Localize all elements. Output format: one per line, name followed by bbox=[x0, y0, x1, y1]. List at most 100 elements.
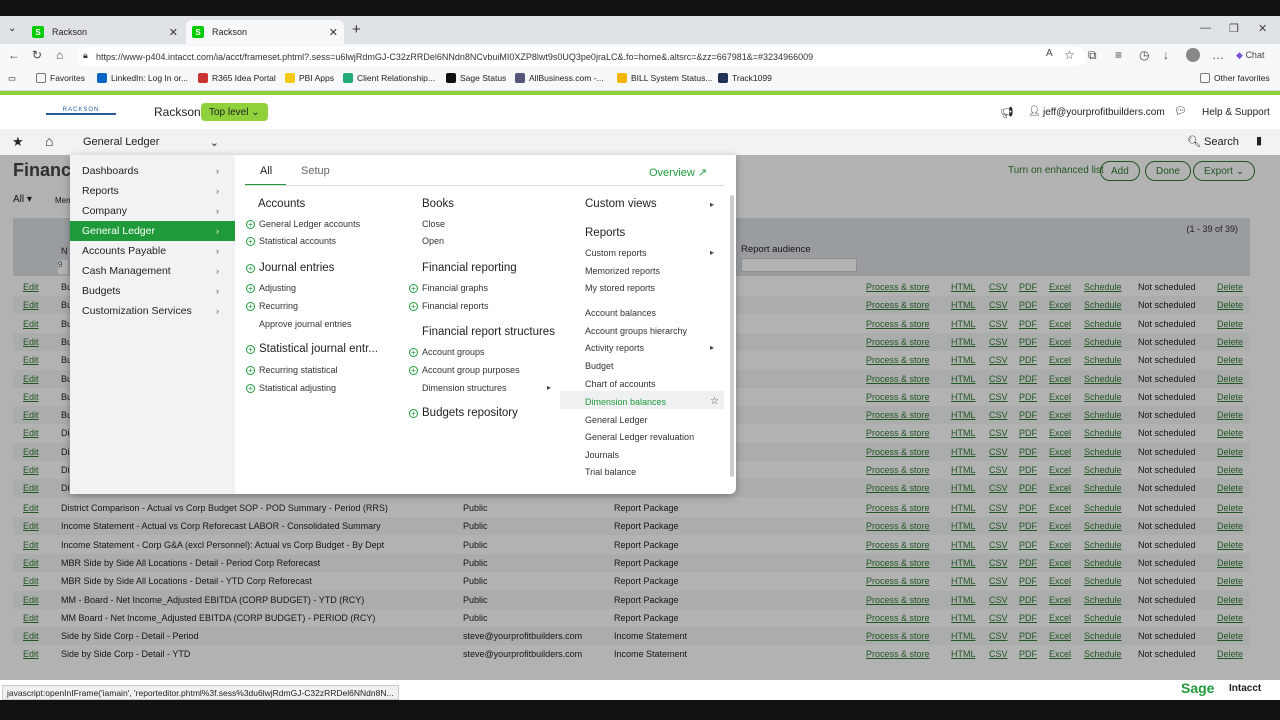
menu-item-general-ledger[interactable]: General Ledger › bbox=[70, 221, 235, 241]
home-icon[interactable]: ⌂ bbox=[45, 133, 53, 149]
add-icon[interactable]: + bbox=[246, 345, 255, 354]
fav-linkedin[interactable]: LinkedIn: Log In or... bbox=[97, 73, 188, 83]
general-ledger-revaluation-link[interactable]: General Ledger revaluation bbox=[585, 432, 694, 442]
approve-journal-link[interactable]: Approve journal entries bbox=[259, 319, 352, 329]
entity-level-dropdown[interactable]: Top level ⌄ bbox=[201, 103, 268, 121]
window-close-icon[interactable]: ✕ bbox=[1258, 22, 1267, 35]
maximize-icon[interactable]: ❐ bbox=[1229, 22, 1239, 35]
favorite-star-icon[interactable]: ☆ bbox=[710, 396, 719, 407]
more-icon[interactable]: … bbox=[1212, 48, 1224, 62]
fav-sage[interactable]: Sage Status bbox=[446, 73, 506, 83]
fav-pbi[interactable]: PBI Apps bbox=[285, 73, 334, 83]
budget-link[interactable]: Budget bbox=[585, 361, 614, 371]
budgets-repository-heading[interactable]: + Budgets repository bbox=[409, 407, 518, 419]
user-email[interactable]: jeff@yourprofitbuilders.com bbox=[1043, 107, 1165, 118]
search-button[interactable]: 🔍︎ Search bbox=[1187, 135, 1239, 148]
trial-balance-link[interactable]: Trial balance bbox=[585, 467, 636, 477]
new-tab-icon[interactable]: + bbox=[352, 21, 361, 38]
tab-all[interactable]: All bbox=[260, 165, 272, 177]
add-icon[interactable]: + bbox=[409, 348, 418, 357]
journals-link[interactable]: Journals bbox=[585, 450, 619, 460]
add-icon[interactable]: + bbox=[246, 264, 255, 273]
add-icon[interactable]: + bbox=[246, 384, 255, 393]
account-groups-link[interactable]: + Account groups bbox=[409, 347, 485, 357]
tab-setup[interactable]: Setup bbox=[301, 165, 330, 177]
overview-link[interactable]: Overview ↗ bbox=[649, 166, 707, 179]
megaphone-icon[interactable]: 📢︎ bbox=[1000, 106, 1014, 119]
dimension-balances-link[interactable]: Dimension balances bbox=[585, 397, 666, 407]
general-ledger-link[interactable]: General Ledger bbox=[585, 415, 648, 425]
financial-graphs-link[interactable]: + Financial graphs bbox=[409, 283, 488, 293]
close-link[interactable]: Close bbox=[422, 219, 445, 229]
favorites-icon[interactable]: ≡ bbox=[1115, 48, 1122, 62]
statistical-adjusting-link[interactable]: + Statistical adjusting bbox=[246, 383, 336, 393]
journal-entries-heading[interactable]: + Journal entries bbox=[246, 262, 334, 274]
browser-tab-2[interactable]: S Rackson ✕ bbox=[186, 20, 344, 44]
menu-scrollbar[interactable] bbox=[730, 195, 734, 477]
fav-bill[interactable]: BILL System Status... bbox=[617, 73, 712, 83]
module-selector[interactable]: General Ledger ⌄ bbox=[70, 129, 235, 155]
close-tab-icon[interactable]: ✕ bbox=[169, 26, 178, 39]
add-icon[interactable]: + bbox=[409, 302, 418, 311]
bookmark-icon[interactable]: ▮ bbox=[1256, 134, 1262, 147]
browser-tab-1[interactable]: S Rackson ✕ bbox=[26, 20, 184, 44]
back-icon[interactable]: ← bbox=[8, 48, 20, 62]
copilot-chat-button[interactable]: ◆ Chat bbox=[1236, 50, 1264, 61]
fav-track1099[interactable]: Track1099 bbox=[718, 73, 772, 83]
tab-list-chevron-icon[interactable]: ⌄ bbox=[8, 23, 16, 34]
menu-item-customization-services[interactable]: Customization Services › bbox=[70, 301, 235, 321]
extensions-icon[interactable]: ⧉ bbox=[1088, 48, 1097, 63]
menu-item-dashboards[interactable]: Dashboards › bbox=[70, 161, 235, 181]
menu-item-budgets[interactable]: Budgets › bbox=[70, 281, 235, 301]
adjusting-link[interactable]: + Adjusting bbox=[246, 283, 296, 293]
history-icon[interactable]: ◷ bbox=[1139, 48, 1149, 62]
statistical-accounts-link[interactable]: + Statistical accounts bbox=[246, 236, 336, 246]
minimize-icon[interactable]: — bbox=[1200, 22, 1211, 34]
fav-favorites[interactable]: Favorites bbox=[36, 73, 85, 83]
add-icon[interactable]: + bbox=[409, 409, 418, 418]
url-bar[interactable]: 🔒︎ https://www-p404.intacct.com/ia/acct/… bbox=[78, 47, 1086, 66]
read-aloud-icon[interactable]: A bbox=[1046, 48, 1053, 59]
menu-item-reports[interactable]: Reports › bbox=[70, 181, 235, 201]
add-icon[interactable]: + bbox=[246, 284, 255, 293]
add-icon[interactable]: + bbox=[246, 366, 255, 375]
financial-reports-link[interactable]: + Financial reports bbox=[409, 301, 489, 311]
account-group-purposes-link[interactable]: + Account group purposes bbox=[409, 365, 520, 375]
add-icon[interactable]: + bbox=[246, 302, 255, 311]
reading-icon[interactable]: ▭ bbox=[8, 73, 16, 84]
account-balances-link[interactable]: Account balances bbox=[585, 308, 656, 318]
fav-other[interactable]: Other favorites bbox=[1200, 73, 1270, 83]
my-stored-reports-link[interactable]: My stored reports bbox=[585, 283, 655, 293]
statistical-journal-heading[interactable]: + Statistical journal entr... bbox=[246, 343, 378, 355]
chat-bubble-icon[interactable]: 💬︎ bbox=[1174, 106, 1187, 117]
star-icon[interactable]: ★ bbox=[12, 134, 24, 150]
fav-r365[interactable]: R365 Idea Portal bbox=[198, 73, 276, 83]
chevron-right-icon: ▸ bbox=[710, 248, 715, 257]
fav-client[interactable]: Client Relationship... bbox=[343, 73, 435, 83]
open-link[interactable]: Open bbox=[422, 236, 444, 246]
account-groups-hierarchy-link[interactable]: Account groups hierarchy bbox=[585, 326, 687, 336]
favorite-star-icon[interactable]: ☆ bbox=[1064, 48, 1075, 62]
chart-of-accounts-link[interactable]: Chart of accounts bbox=[585, 379, 656, 389]
download-icon[interactable]: ↓ bbox=[1163, 48, 1169, 62]
add-icon[interactable]: + bbox=[409, 366, 418, 375]
menu-item-company[interactable]: Company › bbox=[70, 201, 235, 221]
gl-accounts-link[interactable]: + General Ledger accounts bbox=[246, 219, 360, 229]
add-icon[interactable]: + bbox=[409, 284, 418, 293]
dimension-structures-link[interactable]: Dimension structures bbox=[422, 383, 507, 393]
menu-item-accounts-payable[interactable]: Accounts Payable › bbox=[70, 241, 235, 261]
close-tab-icon[interactable]: ✕ bbox=[329, 26, 338, 39]
add-icon[interactable]: + bbox=[246, 220, 255, 229]
help-support-link[interactable]: Help & Support bbox=[1202, 107, 1270, 118]
menu-item-cash-management[interactable]: Cash Management › bbox=[70, 261, 235, 281]
activity-reports-link[interactable]: Activity reports bbox=[585, 343, 644, 353]
recurring-statistical-link[interactable]: + Recurring statistical bbox=[246, 365, 338, 375]
recurring-link[interactable]: + Recurring bbox=[246, 301, 298, 311]
memorized-reports-link[interactable]: Memorized reports bbox=[585, 266, 660, 276]
custom-reports-link[interactable]: Custom reports bbox=[585, 248, 647, 258]
fav-allbusiness[interactable]: AllBusiness.com -... bbox=[515, 73, 604, 83]
home-icon[interactable]: ⌂ bbox=[56, 48, 63, 62]
add-icon[interactable]: + bbox=[246, 237, 255, 246]
refresh-icon[interactable]: ↻ bbox=[32, 48, 42, 62]
profile-avatar[interactable] bbox=[1186, 48, 1200, 62]
